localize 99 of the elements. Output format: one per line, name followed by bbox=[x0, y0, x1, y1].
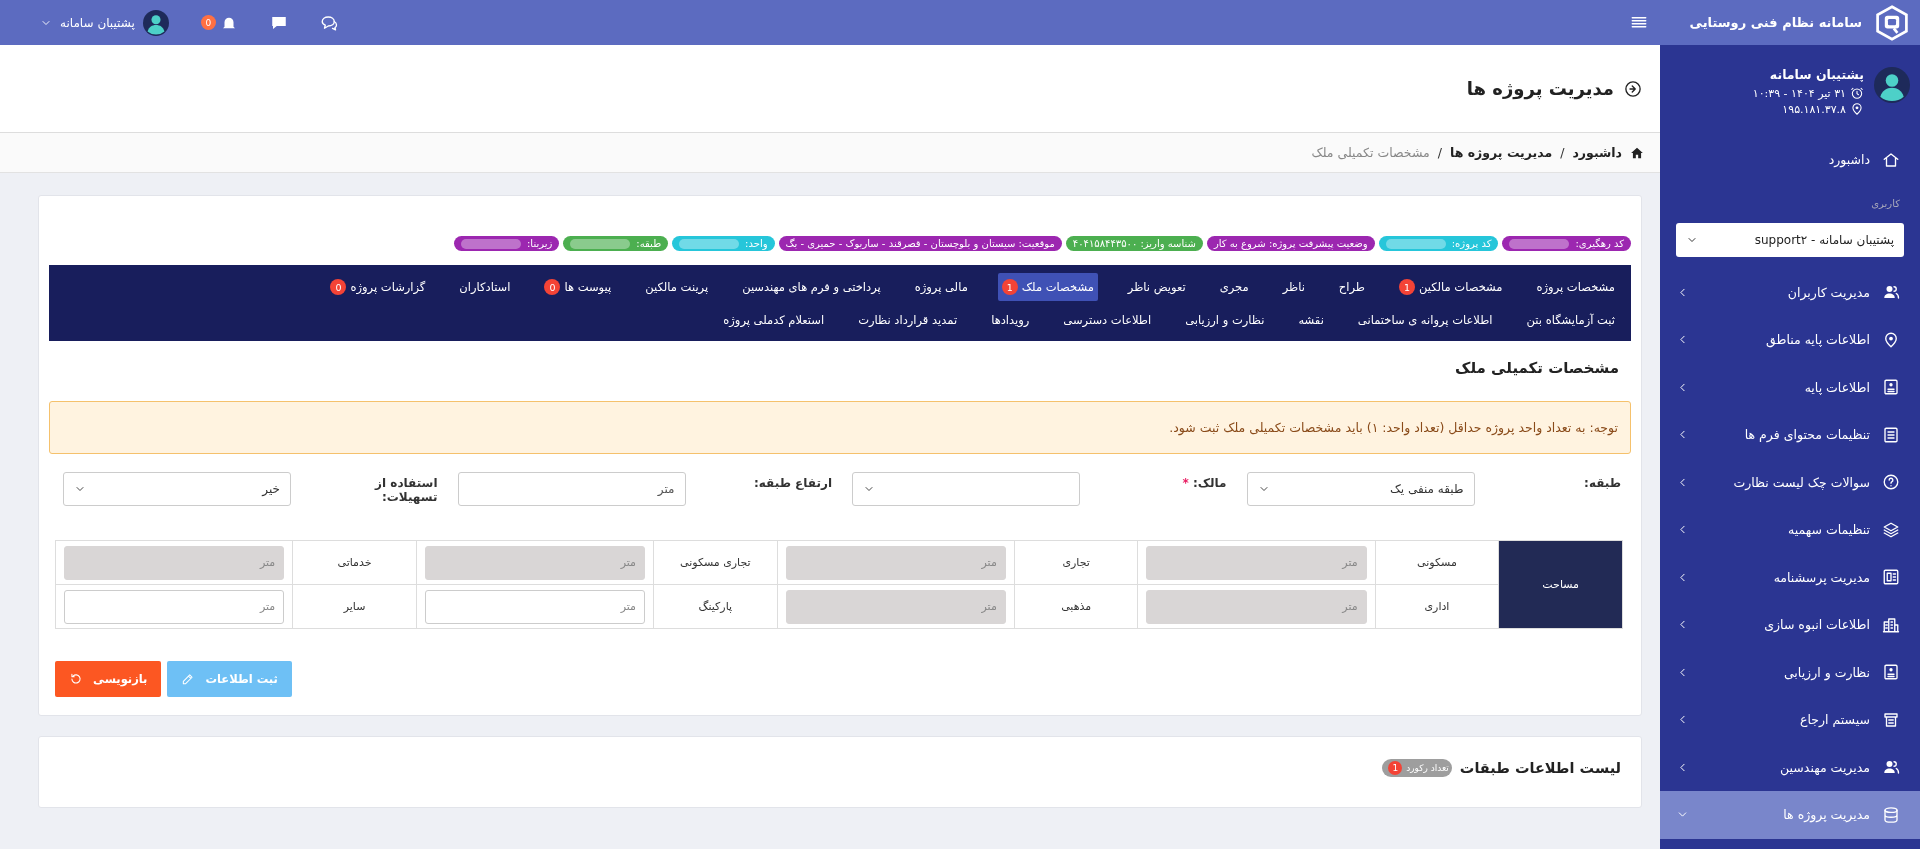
menu-icon bbox=[1882, 425, 1900, 444]
menu-icon bbox=[1882, 710, 1900, 729]
info-badge: موقعیت: سیستان و بلوچستان - قصرقند - ساربوک - حمیری - بگ bbox=[778, 236, 1062, 251]
tab[interactable]: طراح bbox=[1334, 273, 1369, 301]
tab[interactable]: مجری bbox=[1215, 273, 1253, 301]
table-header-cell: مساحت bbox=[1498, 540, 1623, 629]
field-label: استفاده از تسهیلات: bbox=[373, 475, 438, 504]
input-field[interactable]: متر bbox=[424, 589, 645, 624]
info-badge: واحد: bbox=[672, 236, 775, 251]
tab[interactable]: نظارت و ارزیابی bbox=[1181, 307, 1269, 333]
section-label: کاربری bbox=[1870, 196, 1901, 211]
sidebar-item[interactable]: مدیریت کاربران bbox=[1660, 268, 1920, 316]
tab[interactable]: اطلاعات دسترسی bbox=[1059, 307, 1156, 333]
sidebar-item[interactable]: اطلاعات پایه مناطق bbox=[1660, 316, 1920, 364]
back-button[interactable] bbox=[1624, 79, 1642, 98]
avatar-icon bbox=[1874, 67, 1910, 103]
table-cell: تجاری مسکونی bbox=[653, 540, 778, 585]
tab[interactable]: مشخصات پروژه bbox=[1532, 273, 1619, 301]
tab[interactable]: رویدادها bbox=[987, 307, 1034, 333]
tab[interactable]: پرداختی و فرم های مهندسین bbox=[738, 273, 885, 301]
input-field[interactable]: متر bbox=[64, 589, 285, 624]
tab[interactable]: ثبت آزمایشگاه بتن bbox=[1522, 307, 1619, 333]
tab[interactable]: تعویض ناظر bbox=[1123, 273, 1190, 301]
chat-button[interactable] bbox=[319, 13, 338, 32]
avatar-icon bbox=[142, 9, 169, 36]
section-title: لیست اطلاعات طبقات bbox=[1459, 760, 1621, 776]
breadcrumb-separator: / bbox=[1560, 145, 1565, 160]
menu-icon bbox=[1882, 520, 1900, 539]
menu-icon bbox=[1882, 568, 1900, 587]
info-badge: کد پروژه: bbox=[1378, 236, 1499, 251]
count-badge: 1 bbox=[1001, 279, 1018, 295]
tab[interactable]: اطلاعات پروانه ی ساختمانی bbox=[1353, 307, 1497, 333]
clock-icon bbox=[1850, 86, 1864, 100]
menu-icon bbox=[1882, 663, 1900, 682]
input-field[interactable]: متر bbox=[457, 472, 686, 506]
count-badge: 0 bbox=[544, 279, 561, 295]
pencil-icon bbox=[181, 672, 196, 686]
count-badge: 1 bbox=[1398, 279, 1415, 295]
logo-icon bbox=[1874, 4, 1910, 41]
sidebar-item[interactable]: اطلاعات انبوه سازی bbox=[1660, 601, 1920, 649]
menu-icon bbox=[1882, 378, 1900, 397]
menu-icon bbox=[1882, 805, 1900, 824]
table-cell: تجاری bbox=[1014, 540, 1138, 585]
table-cell: سایر bbox=[292, 584, 417, 629]
info-badge: کد رهگیری: bbox=[1502, 236, 1631, 251]
section-title: مشخصات تکمیلی ملک bbox=[1454, 359, 1619, 377]
table-cell: خدماتی bbox=[292, 540, 417, 585]
field-label: ارتفاع طبقه: bbox=[753, 475, 832, 490]
field-label: طبقه: bbox=[1583, 475, 1621, 490]
tab[interactable]: مالی پروژه bbox=[910, 273, 972, 301]
breadcrumb-separator: / bbox=[1437, 145, 1442, 160]
breadcrumb-link[interactable]: داشبورد bbox=[1572, 145, 1622, 160]
menu-icon bbox=[1882, 473, 1900, 492]
select-field[interactable]: خیر bbox=[63, 472, 291, 506]
info-badge: وضعیت پیشرفت پروژه: شروع به کار bbox=[1206, 236, 1375, 251]
select-field[interactable]: طبقه منفی یک bbox=[1246, 472, 1475, 506]
sidebar-item[interactable]: مدیریت مهندسین bbox=[1660, 743, 1920, 791]
menu-icon bbox=[1882, 758, 1900, 777]
breadcrumb-link[interactable]: مدیریت پروژه ها bbox=[1450, 145, 1553, 160]
app-title: سامانه نظام فنی روستایی bbox=[1689, 15, 1862, 30]
chat-icon bbox=[319, 13, 338, 32]
tab[interactable]: پرینت مالکین bbox=[641, 273, 713, 301]
tab[interactable]: استادکاران bbox=[455, 273, 515, 301]
tab[interactable]: استعلام کدملی پروژه bbox=[719, 307, 829, 333]
info-badge: زیربنا: bbox=[453, 236, 560, 251]
user-name: پشتیبان سامانه bbox=[1768, 67, 1864, 82]
notification-count: 0 bbox=[200, 15, 216, 30]
login-datetime: ۳۱ تیر ۱۴۰۴ - ۱۰:۳۹ bbox=[1752, 86, 1846, 100]
ip-address: ۱۹۵.۱۸۱.۳۷.۸ bbox=[1782, 102, 1846, 116]
sidebar-item[interactable]: اطلاعات پایه bbox=[1660, 363, 1920, 411]
user-menu[interactable]: پشتیبان سامانه bbox=[40, 9, 169, 36]
table-cell: اداری bbox=[1375, 584, 1499, 629]
sidebar-item[interactable]: نظارت و ارزیابی bbox=[1660, 648, 1920, 696]
table-cell: مسکونی bbox=[1375, 540, 1499, 585]
field-label: مالک: * bbox=[1181, 475, 1227, 490]
menu-icon bbox=[1882, 283, 1900, 302]
info-badge: طبقه: bbox=[563, 236, 669, 251]
info-badge: شناسه واریز: ۴۰۴۱۵۸۴۴۳۵۰۰ bbox=[1065, 236, 1203, 251]
home-icon bbox=[1630, 145, 1644, 160]
sidebar-item[interactable]: سوالات چک لیست نظارت bbox=[1660, 458, 1920, 506]
sidebar-item[interactable]: تنظیمات محتوای فرم ها bbox=[1660, 411, 1920, 459]
tab[interactable]: نقشه bbox=[1294, 307, 1328, 333]
count-badge: 0 bbox=[330, 279, 347, 295]
page-title: مدیریت پروژه ها bbox=[1466, 78, 1614, 99]
role-select[interactable]: پشتیبان سامانه - support۲ bbox=[1676, 222, 1904, 257]
sidebar-item[interactable]: سیستم ارجاع bbox=[1660, 696, 1920, 744]
sidebar-item[interactable]: مدیریت پرسشنامه bbox=[1660, 553, 1920, 601]
location-pin-icon bbox=[1850, 102, 1864, 116]
sidebar-item[interactable]: داشبورد bbox=[1660, 136, 1920, 184]
table-cell: مذهبی bbox=[1014, 584, 1138, 629]
undo-icon bbox=[69, 672, 83, 686]
sidebar-item[interactable]: تنظیمات سهمیه bbox=[1660, 506, 1920, 554]
tab[interactable]: ناظر bbox=[1278, 273, 1309, 301]
menu-icon bbox=[1882, 330, 1900, 349]
select-field[interactable] bbox=[852, 472, 1080, 506]
menu-icon bbox=[1882, 615, 1900, 634]
tab[interactable]: تمدید قرارداد نظارت bbox=[854, 307, 962, 333]
warning-alert: توجه: به تعداد واحد پروژه حداقل (تعداد واحد: ۱) باید مشخصات تکمیلی ملک ثبت شود. bbox=[49, 401, 1631, 454]
table-cell: پارکینگ bbox=[653, 584, 778, 629]
